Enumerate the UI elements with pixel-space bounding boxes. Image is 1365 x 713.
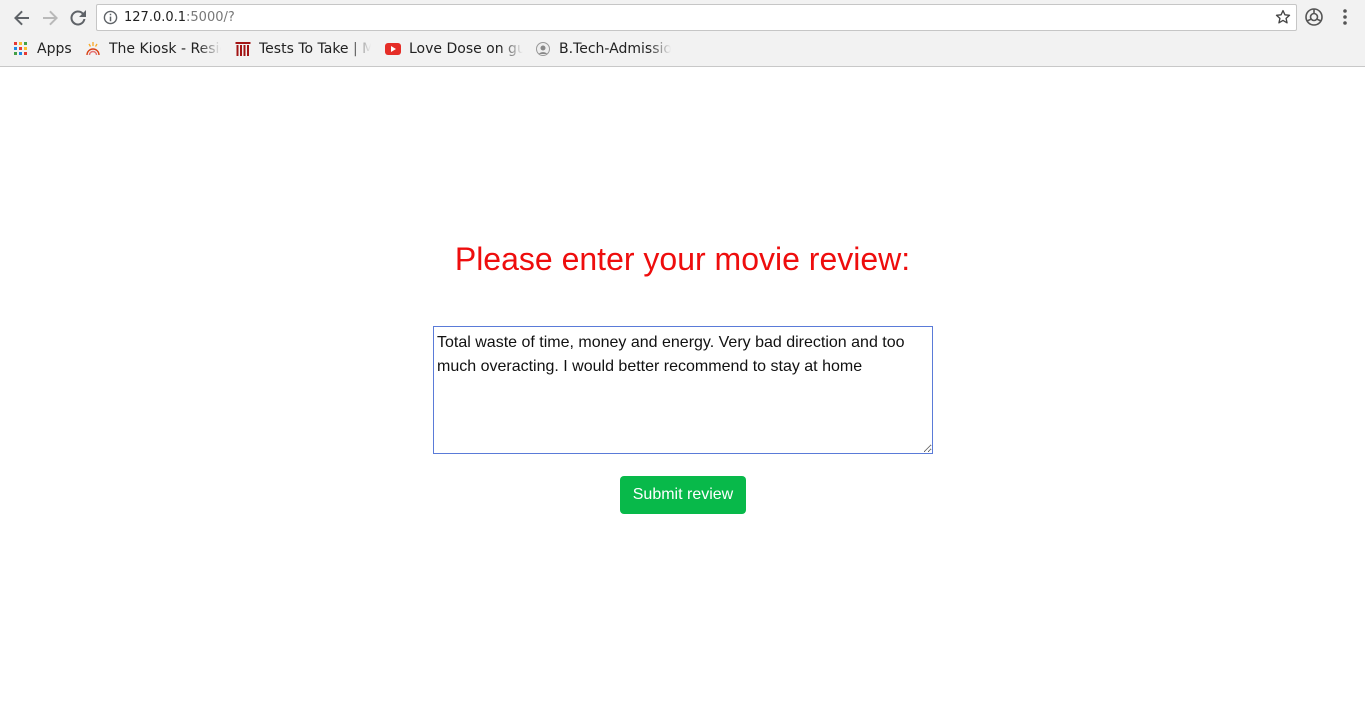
page-title: Please enter your movie review:: [454, 241, 911, 277]
bookmark-star-icon[interactable]: [1274, 8, 1292, 30]
back-button[interactable]: [10, 6, 34, 30]
bookmark-label: Apps: [37, 41, 72, 57]
browser-menu-icon[interactable]: [1337, 7, 1353, 31]
url-text[interactable]: 127.0.0.1:5000/?: [124, 9, 235, 26]
reload-button[interactable]: [66, 6, 90, 30]
forward-arrow-icon: [43, 10, 58, 26]
bookmark-love-dose[interactable]: Love Dose on gu: [385, 38, 523, 60]
forward-button[interactable]: [38, 6, 62, 30]
back-arrow-icon: [14, 10, 29, 26]
extension-icon[interactable]: [1304, 7, 1324, 31]
submit-review-button[interactable]: Submit review: [620, 476, 746, 514]
url-path: :5000/?: [186, 10, 235, 25]
bookmark-btech-admission[interactable]: B.Tech-Admissio: [535, 38, 671, 60]
url-host: 127.0.0.1: [124, 10, 187, 25]
address-bar[interactable]: 127.0.0.1:5000/?: [96, 4, 1297, 31]
tests-icon: [235, 41, 251, 57]
youtube-icon: [385, 41, 401, 57]
bookmark-tests-to-take[interactable]: Tests To Take | M: [235, 38, 371, 60]
bookmark-label: B.Tech-Admissio: [559, 41, 671, 57]
bookmark-label: Love Dose on gu: [409, 41, 523, 57]
reload-icon: [70, 10, 86, 26]
kiosk-icon: [85, 41, 101, 57]
bookmark-label: Tests To Take | M: [259, 41, 371, 57]
bookmark-label: The Kiosk - Resid: [109, 41, 221, 57]
bookmarks-bar: Apps The Kiosk - Resid Tests To Take | M…: [0, 38, 1365, 60]
bookmark-apps[interactable]: Apps: [13, 38, 72, 60]
apps-grid-icon: [13, 41, 29, 57]
browser-toolbar: 127.0.0.1:5000/? Apps The Kiosk - Resid …: [0, 0, 1365, 67]
info-icon[interactable]: [103, 10, 118, 29]
admission-icon: [535, 41, 551, 57]
review-textarea[interactable]: Total waste of time, money and energy. V…: [433, 326, 933, 454]
bookmark-the-kiosk[interactable]: The Kiosk - Resid: [85, 38, 221, 60]
